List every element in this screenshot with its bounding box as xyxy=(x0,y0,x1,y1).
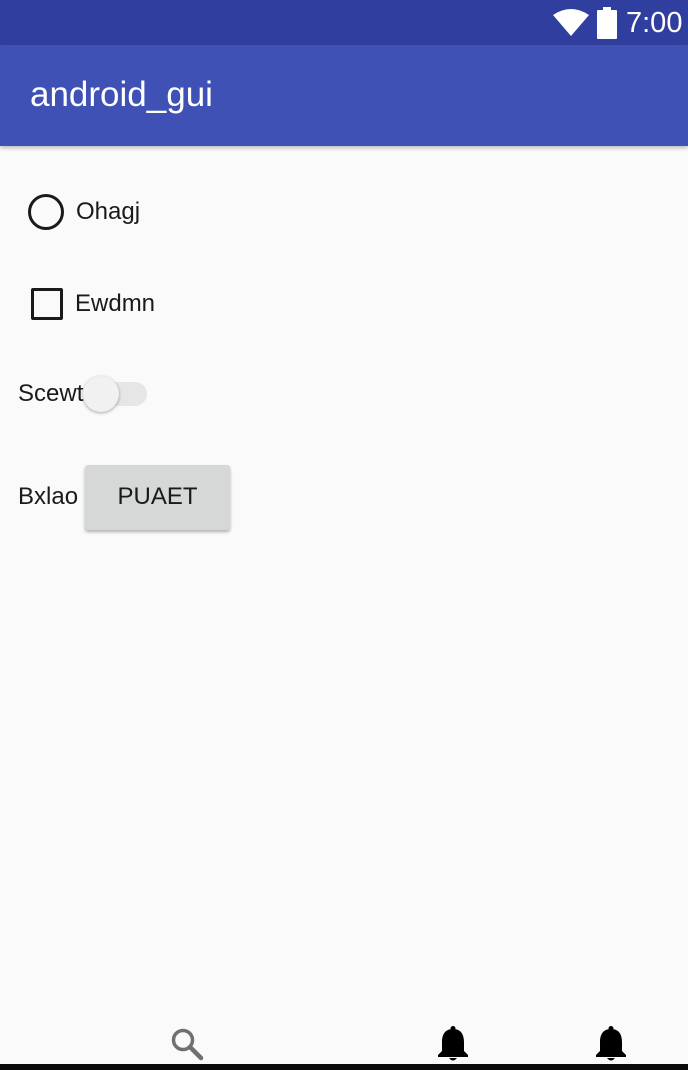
toggle-switch[interactable] xyxy=(83,374,149,414)
bottom-edge xyxy=(0,1064,688,1070)
app-title: android_gui xyxy=(30,75,213,114)
bell-icon[interactable] xyxy=(594,1025,628,1063)
app-bar: android_gui xyxy=(0,45,688,146)
bell-icon[interactable] xyxy=(436,1025,470,1063)
switch-row-scewt: Scewt xyxy=(18,374,149,414)
puaet-button[interactable]: PUAET xyxy=(85,464,231,530)
status-time: 7:00 xyxy=(626,7,683,39)
battery-icon xyxy=(597,7,617,39)
radio-label: Ohagj xyxy=(76,198,141,225)
search-icon[interactable] xyxy=(170,1027,204,1061)
wifi-icon xyxy=(553,9,589,36)
checkbox-option-ewdmn[interactable]: Ewdmn xyxy=(31,287,155,321)
radio-button[interactable] xyxy=(28,194,64,230)
radio-option-ohagj[interactable]: Ohagj xyxy=(28,192,140,232)
button-row-bxlao: Bxlao PUAET xyxy=(18,464,231,530)
switch-label: Scewt xyxy=(18,380,84,407)
button-row-label: Bxlao xyxy=(18,483,79,510)
status-bar: 7:00 xyxy=(0,0,688,45)
switch-thumb[interactable] xyxy=(83,376,120,412)
checkbox-label: Ewdmn xyxy=(75,290,156,317)
checkbox[interactable] xyxy=(31,288,63,320)
